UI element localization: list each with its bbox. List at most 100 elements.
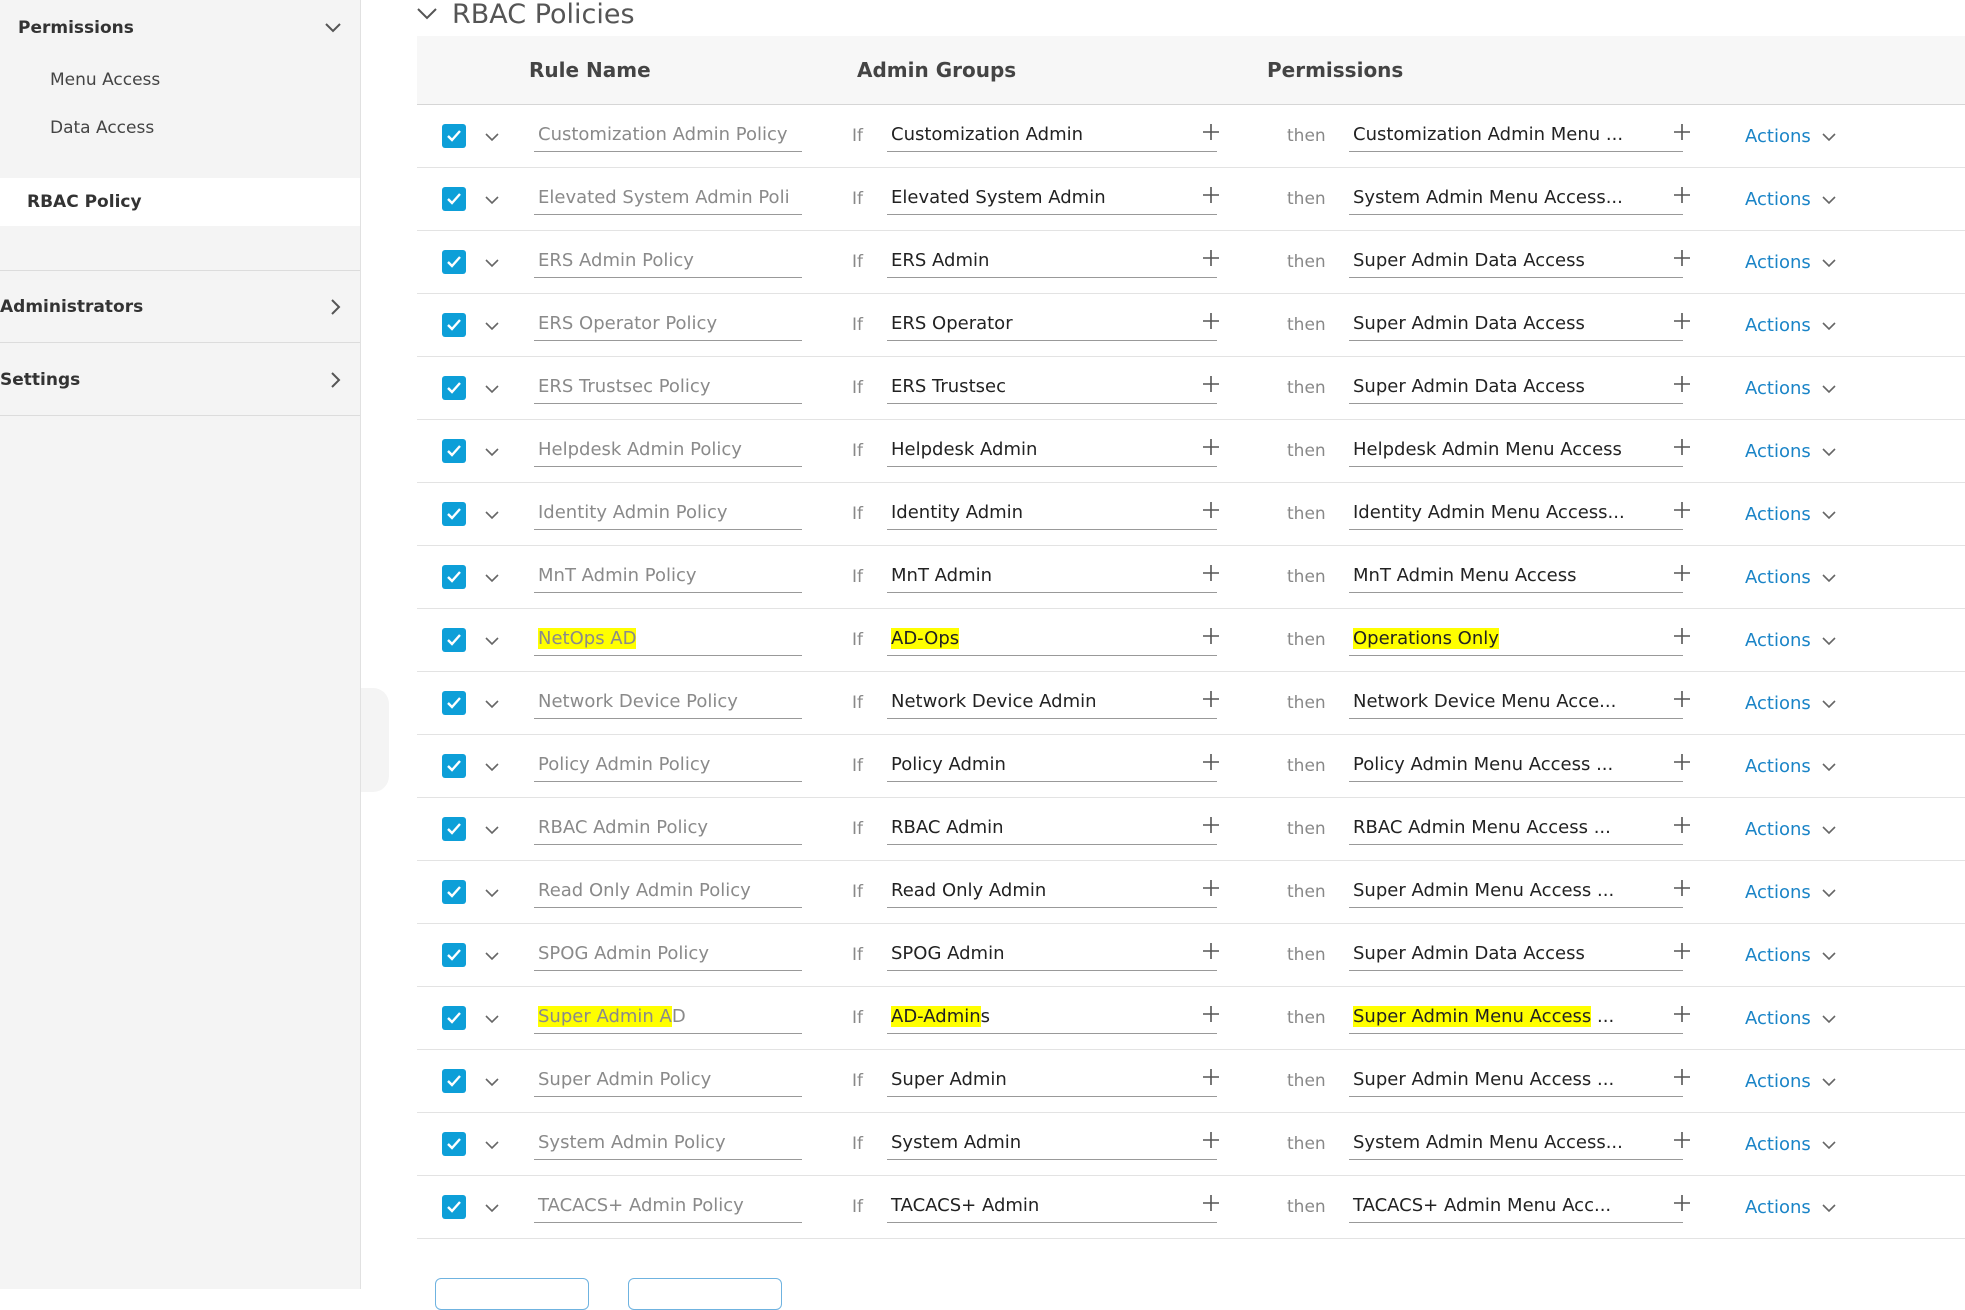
- add-group-button[interactable]: [1196, 812, 1226, 842]
- row-expand-toggle[interactable]: [484, 357, 500, 419]
- permission-input[interactable]: Identity Admin Menu Access...: [1349, 495, 1683, 530]
- row-expand-toggle[interactable]: [484, 1113, 500, 1175]
- add-permission-button[interactable]: [1667, 1001, 1697, 1031]
- permission-input[interactable]: RBAC Admin Menu Access ...: [1349, 810, 1683, 845]
- row-checkbox[interactable]: [442, 924, 466, 986]
- rule-name-input[interactable]: Elevated System Admin Poli: [534, 180, 802, 215]
- row-expand-toggle[interactable]: [484, 483, 500, 545]
- row-expand-toggle[interactable]: [484, 231, 500, 293]
- permission-input[interactable]: System Admin Menu Access...: [1349, 1125, 1683, 1160]
- row-expand-toggle[interactable]: [484, 609, 500, 671]
- rule-name-input[interactable]: ERS Trustsec Policy: [534, 369, 802, 404]
- row-checkbox[interactable]: [442, 1176, 466, 1238]
- rule-name-input[interactable]: Super Admin Policy: [534, 1062, 802, 1097]
- add-group-button[interactable]: [1196, 308, 1226, 338]
- permission-input[interactable]: TACACS+ Admin Menu Acc...: [1349, 1188, 1683, 1223]
- add-permission-button[interactable]: [1667, 623, 1697, 653]
- add-group-button[interactable]: [1196, 434, 1226, 464]
- rule-name-input[interactable]: Super Admin AD: [534, 999, 802, 1034]
- admin-group-input[interactable]: Helpdesk Admin: [887, 432, 1217, 467]
- rule-name-input[interactable]: Helpdesk Admin Policy: [534, 432, 802, 467]
- row-expand-toggle[interactable]: [484, 861, 500, 923]
- rule-name-input[interactable]: ERS Operator Policy: [534, 306, 802, 341]
- add-group-button[interactable]: [1196, 749, 1226, 779]
- actions-dropdown[interactable]: Actions: [1745, 924, 1837, 986]
- admin-group-input[interactable]: System Admin: [887, 1125, 1217, 1160]
- row-checkbox[interactable]: [442, 168, 466, 230]
- row-checkbox[interactable]: [442, 357, 466, 419]
- actions-dropdown[interactable]: Actions: [1745, 1050, 1837, 1112]
- bottom-button-2[interactable]: [628, 1278, 782, 1310]
- sidebar-item-rbac-policy[interactable]: RBAC Policy: [0, 178, 360, 226]
- rule-name-input[interactable]: ERS Admin Policy: [534, 243, 802, 278]
- row-expand-toggle[interactable]: [484, 735, 500, 797]
- add-group-button[interactable]: [1196, 371, 1226, 401]
- permission-input[interactable]: Super Admin Data Access: [1349, 243, 1683, 278]
- rule-name-input[interactable]: MnT Admin Policy: [534, 558, 802, 593]
- rule-name-input[interactable]: System Admin Policy: [534, 1125, 802, 1160]
- permission-input[interactable]: Policy Admin Menu Access ...: [1349, 747, 1683, 782]
- admin-group-input[interactable]: AD-Admins: [887, 999, 1217, 1034]
- row-expand-toggle[interactable]: [484, 672, 500, 734]
- rule-name-input[interactable]: Policy Admin Policy: [534, 747, 802, 782]
- sidebar-item-administrators[interactable]: Administrators: [0, 271, 360, 343]
- add-permission-button[interactable]: [1667, 497, 1697, 527]
- row-expand-toggle[interactable]: [484, 105, 500, 167]
- add-group-button[interactable]: [1196, 1127, 1226, 1157]
- row-checkbox[interactable]: [442, 672, 466, 734]
- add-group-button[interactable]: [1196, 686, 1226, 716]
- rule-name-input[interactable]: Network Device Policy: [534, 684, 802, 719]
- permission-input[interactable]: Super Admin Data Access: [1349, 369, 1683, 404]
- rule-name-input[interactable]: RBAC Admin Policy: [534, 810, 802, 845]
- add-permission-button[interactable]: [1667, 938, 1697, 968]
- actions-dropdown[interactable]: Actions: [1745, 168, 1837, 230]
- add-group-button[interactable]: [1196, 182, 1226, 212]
- admin-group-input[interactable]: Identity Admin: [887, 495, 1217, 530]
- row-checkbox[interactable]: [442, 798, 466, 860]
- add-permission-button[interactable]: [1667, 749, 1697, 779]
- row-expand-toggle[interactable]: [484, 798, 500, 860]
- row-expand-toggle[interactable]: [484, 924, 500, 986]
- add-permission-button[interactable]: [1667, 1064, 1697, 1094]
- actions-dropdown[interactable]: Actions: [1745, 420, 1837, 482]
- admin-group-input[interactable]: Policy Admin: [887, 747, 1217, 782]
- permission-input[interactable]: Helpdesk Admin Menu Access: [1349, 432, 1683, 467]
- rule-name-input[interactable]: TACACS+ Admin Policy: [534, 1188, 802, 1223]
- add-group-button[interactable]: [1196, 119, 1226, 149]
- permission-input[interactable]: Super Admin Menu Access ...: [1349, 999, 1683, 1034]
- permission-input[interactable]: Operations Only: [1349, 621, 1683, 656]
- row-expand-toggle[interactable]: [484, 294, 500, 356]
- row-checkbox[interactable]: [442, 1050, 466, 1112]
- actions-dropdown[interactable]: Actions: [1745, 231, 1837, 293]
- row-checkbox[interactable]: [442, 609, 466, 671]
- row-checkbox[interactable]: [442, 1113, 466, 1175]
- permission-input[interactable]: Customization Admin Menu ...: [1349, 117, 1683, 152]
- add-permission-button[interactable]: [1667, 812, 1697, 842]
- add-group-button[interactable]: [1196, 245, 1226, 275]
- row-checkbox[interactable]: [442, 105, 466, 167]
- actions-dropdown[interactable]: Actions: [1745, 546, 1837, 608]
- admin-group-input[interactable]: SPOG Admin: [887, 936, 1217, 971]
- row-checkbox[interactable]: [442, 735, 466, 797]
- admin-group-input[interactable]: RBAC Admin: [887, 810, 1217, 845]
- admin-group-input[interactable]: TACACS+ Admin: [887, 1188, 1217, 1223]
- add-group-button[interactable]: [1196, 938, 1226, 968]
- admin-group-input[interactable]: ERS Trustsec: [887, 369, 1217, 404]
- row-expand-toggle[interactable]: [484, 546, 500, 608]
- row-expand-toggle[interactable]: [484, 1050, 500, 1112]
- actions-dropdown[interactable]: Actions: [1745, 294, 1837, 356]
- add-permission-button[interactable]: [1667, 371, 1697, 401]
- add-permission-button[interactable]: [1667, 245, 1697, 275]
- admin-group-input[interactable]: Elevated System Admin: [887, 180, 1217, 215]
- actions-dropdown[interactable]: Actions: [1745, 798, 1837, 860]
- actions-dropdown[interactable]: Actions: [1745, 987, 1837, 1049]
- sidebar-item-menu-access[interactable]: Menu Access: [0, 56, 360, 104]
- section-header-rbac-policies[interactable]: RBAC Policies: [416, 0, 635, 30]
- add-permission-button[interactable]: [1667, 308, 1697, 338]
- add-permission-button[interactable]: [1667, 434, 1697, 464]
- admin-group-input[interactable]: AD-Ops: [887, 621, 1217, 656]
- row-expand-toggle[interactable]: [484, 1176, 500, 1238]
- add-permission-button[interactable]: [1667, 686, 1697, 716]
- add-permission-button[interactable]: [1667, 182, 1697, 212]
- permission-input[interactable]: Super Admin Data Access: [1349, 306, 1683, 341]
